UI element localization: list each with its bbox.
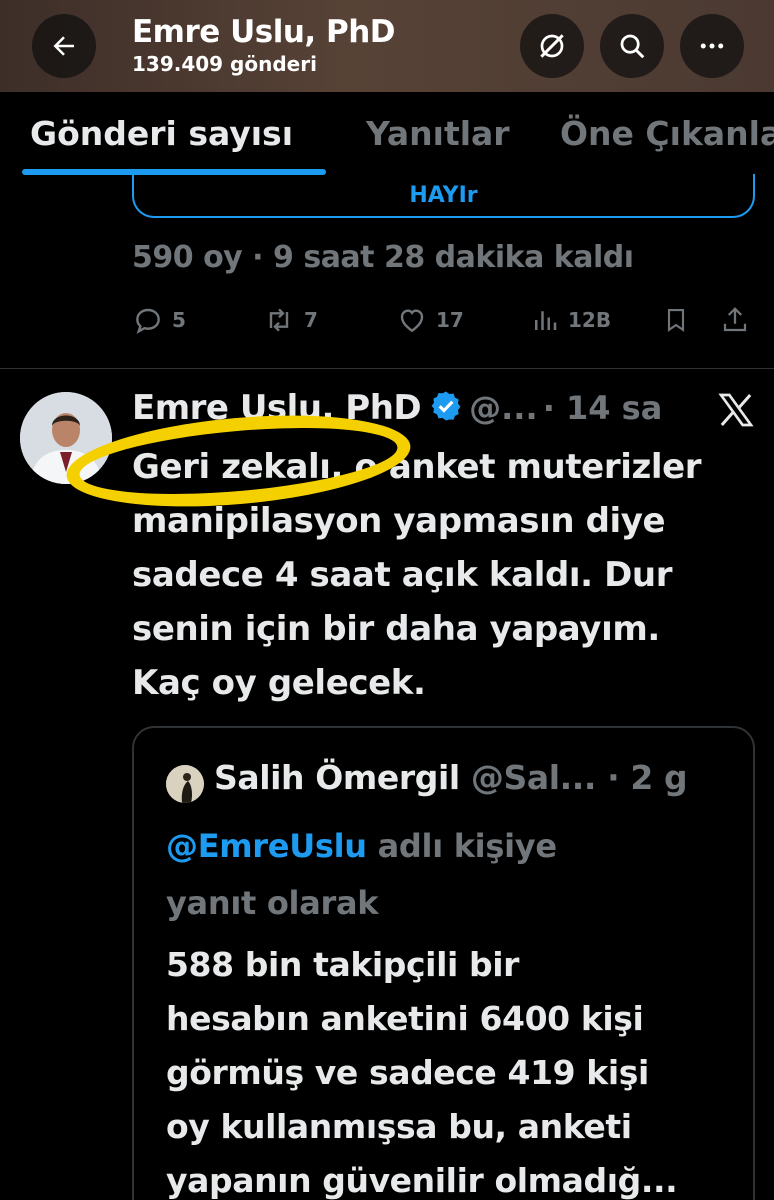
quote-author-name: Salih Ömergil <box>214 758 460 797</box>
reply-count: 5 <box>172 308 186 332</box>
bookmark-button[interactable] <box>662 304 690 336</box>
tab-posts[interactable]: Gönderi sayısı <box>30 114 293 153</box>
quote-time: · 2 g <box>607 758 688 797</box>
tweet-actions: 5 7 17 12B <box>0 304 774 344</box>
reply-line-2: yanıt olarak <box>166 884 379 922</box>
heart-icon <box>400 309 424 333</box>
quote-author-line: Salih Ömergil @Sal... · 2 g <box>214 758 688 797</box>
views-icon <box>535 311 557 330</box>
tab-replies[interactable]: Yanıtlar <box>366 114 510 153</box>
repost-button[interactable]: 7 <box>262 304 318 336</box>
grok-button[interactable] <box>520 14 584 78</box>
more-icon <box>700 43 724 49</box>
share-icon <box>723 307 747 332</box>
post-count: 139.409 gönderi <box>132 52 317 76</box>
quote-line: oy kullanmışsa bu, anketi <box>166 1107 632 1146</box>
profile-name: Emre Uslu, PhD <box>132 14 396 50</box>
tab-highlights[interactable]: Öne Çıkanlar <box>560 114 774 153</box>
tweet-author-line: Emre Uslu, PhD @... · 14 sa <box>132 388 732 434</box>
poll-option[interactable]: HAYIr <box>132 174 755 218</box>
search-icon <box>620 34 645 59</box>
profile-header: Emre Uslu, PhD 139.409 gönderi <box>0 0 774 92</box>
quote-line: görmüş ve sadece 419 kişi <box>166 1053 649 1092</box>
quote-handle: @Sal... <box>470 758 597 797</box>
tweet-line: Kaç oy gelecek. <box>132 663 426 703</box>
reply-icon <box>136 308 160 334</box>
bookmark-icon <box>667 309 685 332</box>
views-button[interactable]: 12B <box>530 304 611 336</box>
share-button[interactable] <box>720 304 750 336</box>
quote-avatar-photo <box>166 765 204 803</box>
repost-count: 7 <box>304 308 318 332</box>
reply-suffix: adlı kişiye <box>377 827 557 865</box>
quote-line: hesabın anketini 6400 kişi <box>166 999 644 1038</box>
tweet-line: Geri zekalı, o anket muterizler <box>132 447 702 487</box>
tweet-line: sadece 4 saat açık kaldı. Dur <box>132 555 673 595</box>
grok-icon <box>540 34 564 58</box>
back-button[interactable] <box>32 14 96 78</box>
like-button[interactable]: 17 <box>396 304 464 336</box>
profile-tabs: Gönderi sayısı Yanıtlar Öne Çıkanlar <box>0 92 774 178</box>
reply-button[interactable]: 5 <box>132 304 186 336</box>
tweet-divider <box>0 368 774 369</box>
quote-avatar[interactable] <box>166 765 204 803</box>
poll-info: 590 oy · 9 saat 28 dakika kaldı <box>132 240 634 275</box>
x-logo-icon <box>718 393 754 427</box>
tweet-line: manipilasyon yapmasın diye <box>132 501 666 541</box>
tweet-time[interactable]: · 14 sa <box>543 389 663 427</box>
quote-text: 588 bin takipçili bir hesabın anketini 6… <box>166 938 726 1200</box>
quote-line: 588 bin takipçili bir <box>166 945 520 984</box>
views-count: 12B <box>568 308 612 332</box>
verified-badge-icon <box>431 391 461 421</box>
tweet-author-name[interactable]: Emre Uslu, PhD <box>132 388 422 428</box>
quote-reply-context: @EmreUslu adlı kişiye yanıt olarak <box>166 818 726 932</box>
tweet-handle[interactable]: @... <box>469 389 537 427</box>
mention-link[interactable]: @EmreUslu <box>166 827 367 865</box>
tweet-line: senin için bir daha yapayım. <box>132 609 660 649</box>
tweet-text: Geri zekalı, o anket muterizler manipila… <box>132 440 752 710</box>
arrow-left-icon <box>53 36 74 56</box>
avatar-photo <box>20 392 112 484</box>
quote-line: yapanın güvenilir olmadığ... <box>166 1161 678 1200</box>
like-count: 17 <box>436 308 464 332</box>
repost-icon <box>269 308 289 332</box>
avatar[interactable] <box>20 392 112 484</box>
more-button[interactable] <box>680 14 744 78</box>
search-button[interactable] <box>600 14 664 78</box>
